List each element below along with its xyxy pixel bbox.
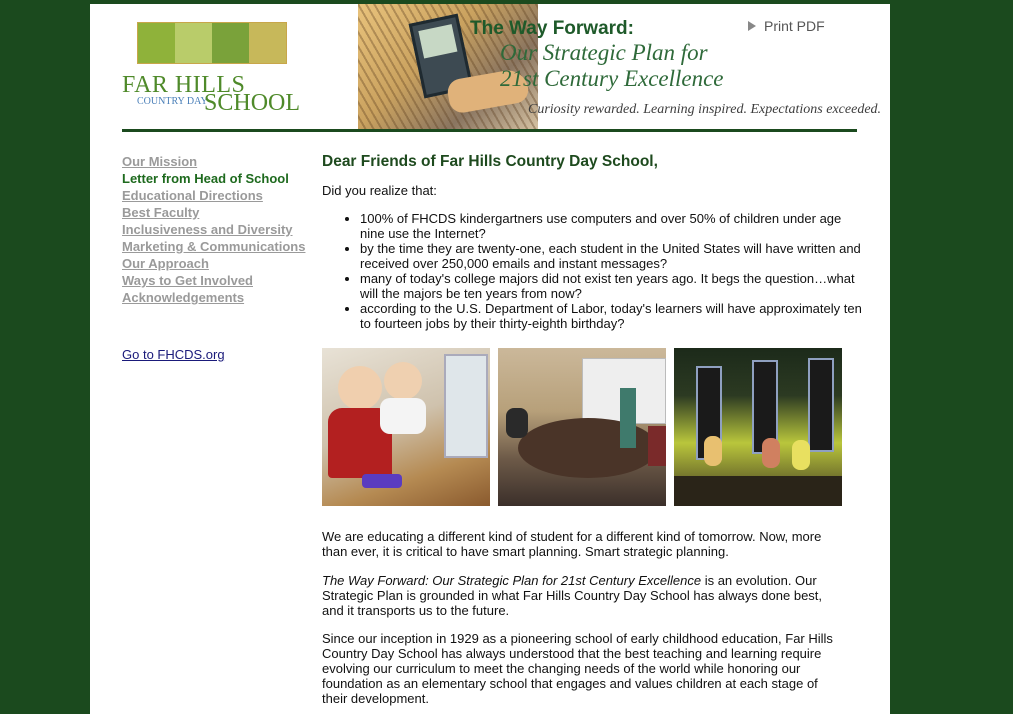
print-pdf-label: Print PDF xyxy=(764,18,825,34)
nav-best-faculty[interactable]: Best Faculty xyxy=(122,204,322,221)
nav-our-mission[interactable]: Our Mission xyxy=(122,153,322,170)
nav-letter-from-head[interactable]: Letter from Head of School xyxy=(122,170,322,187)
art-icon xyxy=(249,23,286,63)
photo-classroom-meeting xyxy=(498,348,666,506)
music-icon xyxy=(175,23,212,63)
soccer-ball-icon xyxy=(212,23,249,63)
paragraph-inception: Since our inception in 1929 as a pioneer… xyxy=(322,631,833,706)
nav-marketing-communications[interactable]: Marketing & Communications xyxy=(122,238,322,255)
logo-school: SCHOOL xyxy=(204,90,301,116)
play-arrow-icon xyxy=(748,21,756,31)
sidebar-nav: Our Mission Letter from Head of School E… xyxy=(122,153,322,306)
list-item: many of today's college majors did not e… xyxy=(360,271,865,301)
books-icon xyxy=(138,23,175,63)
nav-educational-directions[interactable]: Educational Directions xyxy=(122,187,322,204)
nav-ways-to-get-involved[interactable]: Ways to Get Involved xyxy=(122,272,322,289)
plan-title-emphasis: The Way Forward: Our Strategic Plan for … xyxy=(322,573,702,588)
nav-inclusiveness-diversity[interactable]: Inclusiveness and Diversity xyxy=(122,221,322,238)
header-subtitle-line1: Our Strategic Plan for xyxy=(500,40,708,65)
list-item: 100% of FHCDS kindergartners use compute… xyxy=(360,211,865,241)
main-content: Dear Friends of Far Hills Country Day Sc… xyxy=(322,152,862,706)
facts-list: 100% of FHCDS kindergartners use compute… xyxy=(322,211,865,331)
list-item: according to the U.S. Department of Labo… xyxy=(360,301,865,331)
nav-our-approach[interactable]: Our Approach xyxy=(122,255,322,272)
goto-fhcds-link[interactable]: Go to FHCDS.org xyxy=(122,347,225,362)
header-title: The Way Forward: xyxy=(470,18,634,39)
logo-country-day: COUNTRY DAY xyxy=(137,96,208,107)
school-logo-icons[interactable] xyxy=(137,22,287,64)
paragraph-different-student: We are educating a different kind of stu… xyxy=(322,529,822,559)
header-subtitle: Our Strategic Plan for 21st Century Exce… xyxy=(500,40,724,92)
paragraph-evolution: The Way Forward: Our Strategic Plan for … xyxy=(322,573,842,618)
header-tagline: Curiosity rewarded. Learning inspired. E… xyxy=(528,102,882,117)
page-container: FAR HILLS COUNTRY DAY SCHOOL The Way For… xyxy=(90,4,890,714)
letter-heading: Dear Friends of Far Hills Country Day Sc… xyxy=(322,153,658,170)
photo-strip xyxy=(322,348,842,506)
photo-students-stage xyxy=(674,348,842,506)
print-pdf-link[interactable]: Print PDF xyxy=(748,18,825,34)
list-item: by the time they are twenty-one, each st… xyxy=(360,241,865,271)
header-divider xyxy=(122,129,857,132)
nav-acknowledgements[interactable]: Acknowledgements xyxy=(122,289,322,306)
intro-text: Did you realize that: xyxy=(322,183,437,198)
photo-children-computer xyxy=(322,348,490,506)
header-subtitle-line2: 21st Century Excellence xyxy=(500,66,724,91)
